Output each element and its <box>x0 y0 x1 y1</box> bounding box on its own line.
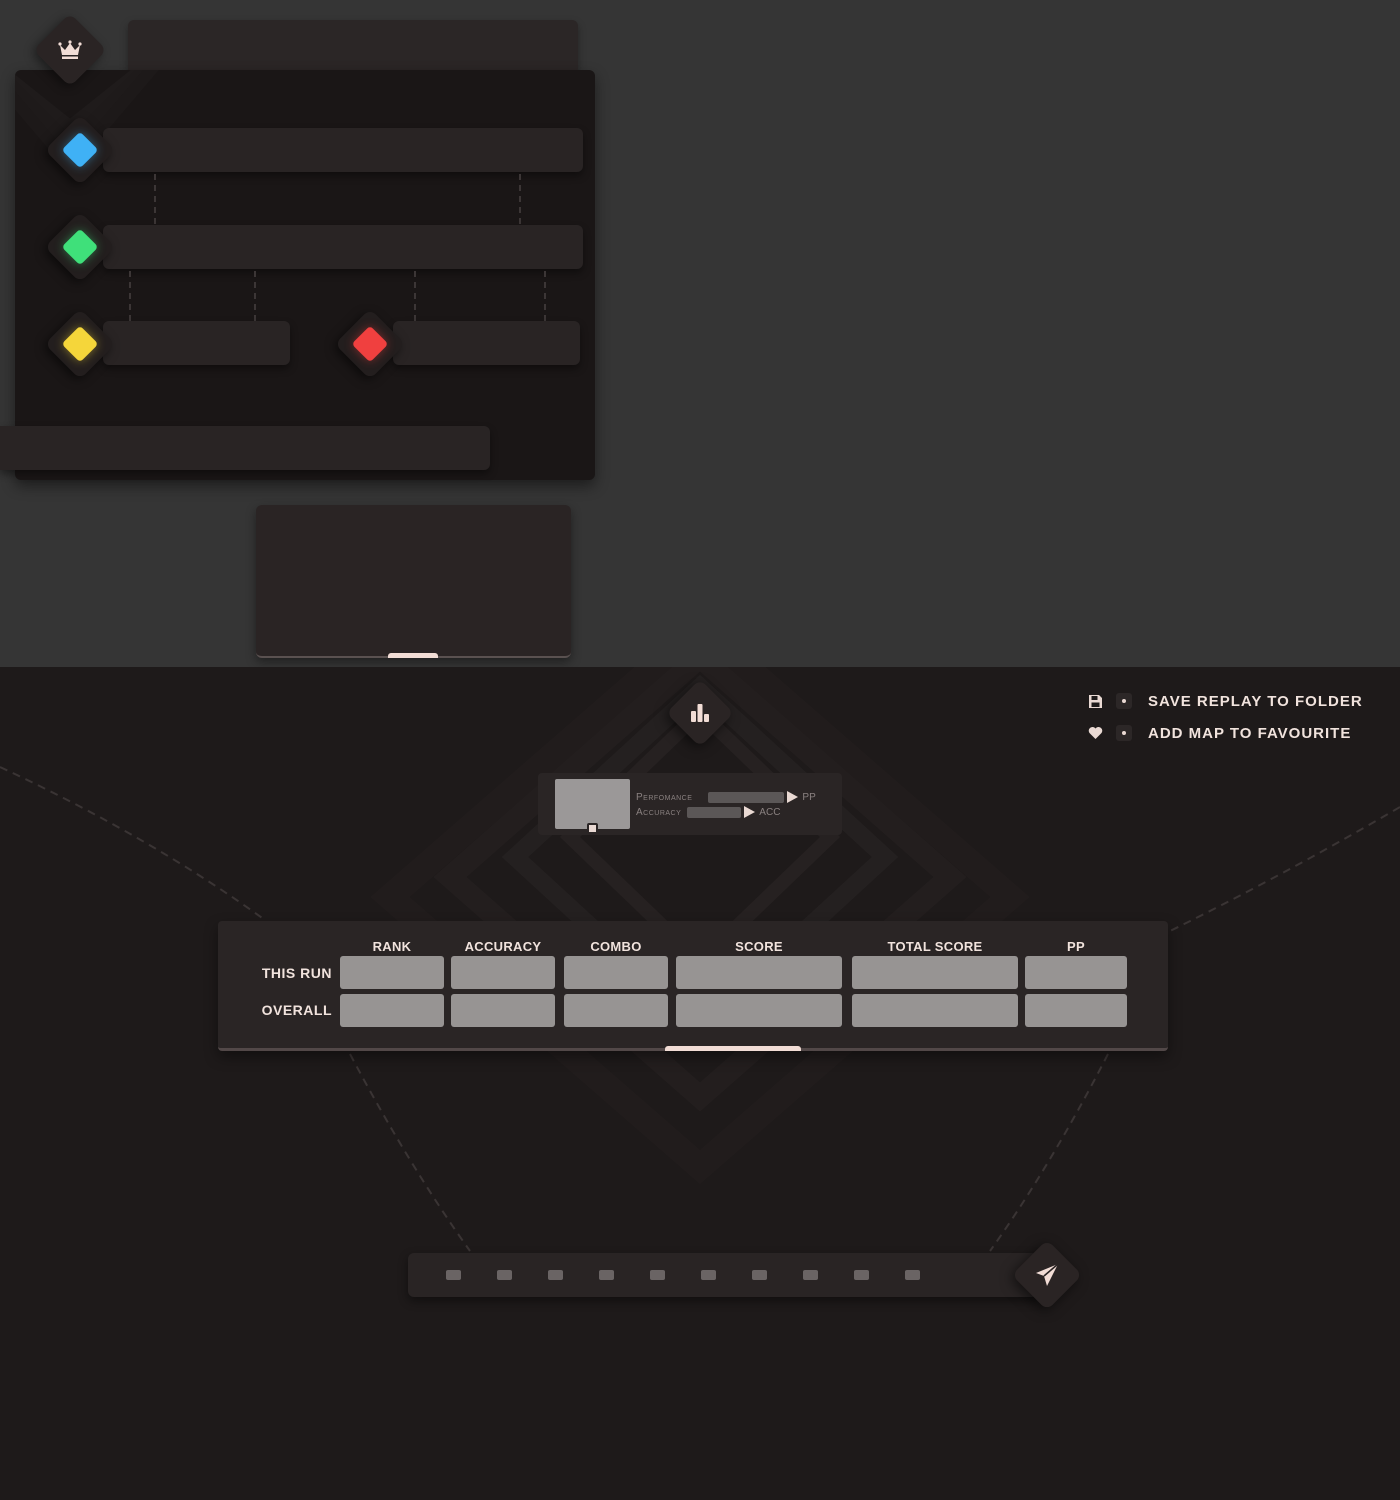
page-dot[interactable] <box>497 1270 512 1280</box>
mods-panel <box>15 70 595 480</box>
hotkey-indicator <box>1116 725 1132 741</box>
page-dot[interactable] <box>548 1270 563 1280</box>
page-dot[interactable] <box>854 1270 869 1280</box>
cell-this-run-pp <box>1025 956 1127 989</box>
cell-this-run-accuracy <box>451 956 555 989</box>
connector-line <box>544 271 546 321</box>
connector-line <box>154 174 156 224</box>
page-selector <box>408 1253 1038 1297</box>
page-dot[interactable] <box>905 1270 920 1280</box>
performance-card: Perfomance PP Accuracy ACC <box>538 773 842 835</box>
scores-table: RANK ACCURACY COMBO SCORE TOTAL SCORE PP… <box>218 921 1168 1051</box>
cell-this-run-rank <box>340 956 444 989</box>
card-tab-indicator[interactable] <box>388 653 438 658</box>
diamond-icon <box>61 131 99 169</box>
page-dot[interactable] <box>650 1270 665 1280</box>
results-section: SAVE REPLAY TO FOLDER ADD MAP TO FAVOURI… <box>0 667 1400 1500</box>
accuracy-row: Accuracy ACC <box>636 805 780 819</box>
connector-line <box>414 271 416 321</box>
page-dot[interactable] <box>752 1270 767 1280</box>
diamond-icon <box>61 228 99 266</box>
cell-overall-rank <box>340 994 444 1027</box>
connector-line <box>519 174 521 224</box>
diamond-icon <box>351 325 389 363</box>
column-header-pp: PP <box>1067 939 1085 954</box>
cell-overall-score <box>676 994 842 1027</box>
performance-unit: PP <box>802 791 816 803</box>
cell-overall-pp <box>1025 994 1127 1027</box>
accuracy-unit: ACC <box>759 806 781 818</box>
row-header-this-run: THIS RUN <box>261 965 332 981</box>
mod-row-bar[interactable] <box>393 321 580 365</box>
crown-icon <box>58 40 82 59</box>
connector-line <box>129 271 131 321</box>
mod-row-bar[interactable] <box>103 321 290 365</box>
add-favourite-action[interactable]: ADD MAP TO FAVOURITE <box>1086 717 1363 749</box>
page-dot[interactable] <box>701 1270 716 1280</box>
play-arrow-icon <box>787 791 799 803</box>
column-header-total-score: TOTAL SCORE <box>887 939 983 954</box>
heart-icon <box>1086 724 1104 742</box>
performance-label: Perfomance <box>636 791 693 803</box>
performance-bar <box>708 791 785 803</box>
floppy-disk-icon <box>1086 692 1104 710</box>
column-header-rank: RANK <box>372 939 412 954</box>
action-list: SAVE REPLAY TO FOLDER ADD MAP TO FAVOURI… <box>1086 685 1363 749</box>
cell-overall-total-score <box>852 994 1018 1027</box>
accuracy-label: Accuracy <box>636 806 682 818</box>
save-replay-label: SAVE REPLAY TO FOLDER <box>1148 692 1363 710</box>
mod-row-bar[interactable] <box>103 128 583 172</box>
page-dot[interactable] <box>446 1270 461 1280</box>
info-card <box>256 505 571 658</box>
mod-row-bar[interactable] <box>103 225 583 269</box>
add-favourite-label: ADD MAP TO FAVOURITE <box>1148 724 1352 742</box>
page-dot[interactable] <box>599 1270 614 1280</box>
paper-plane-icon <box>1036 1263 1059 1286</box>
cell-this-run-total-score <box>852 956 1018 989</box>
beatmap-thumbnail <box>555 779 630 829</box>
row-header-overall: OVERALL <box>261 1002 332 1018</box>
bar-chart-icon <box>691 704 709 722</box>
performance-row: Perfomance PP <box>636 790 816 804</box>
table-tab-indicator[interactable] <box>665 1046 801 1051</box>
cell-overall-accuracy <box>451 994 555 1027</box>
play-arrow-icon <box>744 806 756 818</box>
lock-icon <box>587 823 598 834</box>
column-header-score: SCORE <box>735 939 783 954</box>
column-header-combo: COMBO <box>590 939 642 954</box>
connector-line <box>254 271 256 321</box>
diamond-icon <box>61 325 99 363</box>
page-dot[interactable] <box>803 1270 818 1280</box>
mod-summary-bar <box>0 426 490 470</box>
column-header-accuracy: ACCURACY <box>464 939 542 954</box>
accuracy-bar <box>687 806 742 818</box>
mods-section <box>0 0 1400 667</box>
cell-this-run-combo <box>564 956 668 989</box>
hotkey-indicator <box>1116 693 1132 709</box>
cell-this-run-score <box>676 956 842 989</box>
cell-overall-combo <box>564 994 668 1027</box>
save-replay-action[interactable]: SAVE REPLAY TO FOLDER <box>1086 685 1363 717</box>
